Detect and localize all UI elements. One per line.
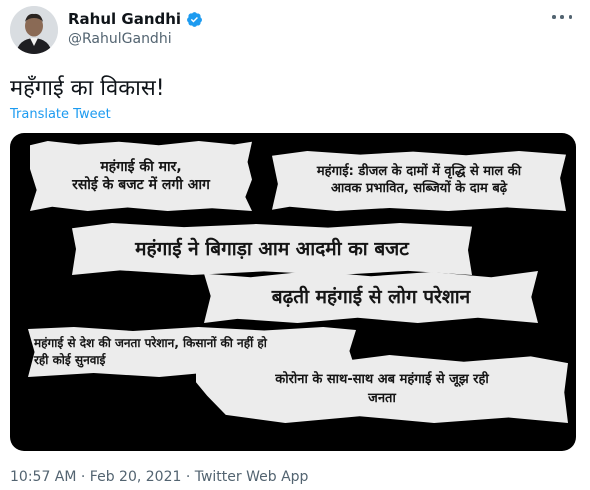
clipping-line: कोरोना के साथ-साथ अब महंगाई से जूझ रही: [275, 371, 489, 387]
tweet-text: महँगाई का विकास!: [10, 76, 165, 101]
clipping-line: महंगाई: डीजल के दामों में वृद्धि से माल …: [316, 164, 522, 180]
author-handle[interactable]: @RahulGandhi: [68, 31, 172, 47]
translate-tweet-link[interactable]: Translate Tweet: [10, 107, 111, 122]
display-name[interactable]: Rahul Gandhi: [68, 10, 181, 28]
clipping-line: महंगाई की मार,: [100, 158, 182, 175]
dot: [568, 15, 572, 19]
clipping-line: आवक प्रभावित, सब्जियों के दाम बढ़े: [330, 181, 508, 196]
clipping-line: महंगाई ने बिगाड़ा आम आदमी का बजट: [135, 237, 409, 260]
clipping-line: महंगाई से देश की जनता परेशान, किसानों की…: [34, 335, 267, 350]
clipping-line: बढ़ती महंगाई से लोग परेशान: [271, 285, 471, 308]
news-clipping: महंगाई की मार, रसोई के बजट में लगी आग: [30, 141, 252, 211]
avatar[interactable]: [10, 6, 58, 54]
author-name-row[interactable]: Rahul Gandhi: [68, 10, 203, 28]
clipping-line: जनता: [368, 391, 396, 406]
news-clipping: महंगाई: डीजल के दामों में वृद्धि से माल …: [272, 151, 566, 211]
dot: [560, 15, 564, 19]
tweet-timestamp[interactable]: 10:57 AM · Feb 20, 2021 · Twitter Web Ap…: [10, 469, 308, 485]
tweet-media-image[interactable]: महंगाई की मार, रसोई के बजट में लगी आग मह…: [10, 133, 576, 451]
news-clipping: बढ़ती महंगाई से लोग परेशान: [204, 271, 538, 323]
clipping-line: रसोई के बजट में लगी आग: [72, 177, 210, 193]
news-clipping: महंगाई ने बिगाड़ा आम आदमी का बजट: [72, 223, 472, 275]
avatar-image: [10, 6, 58, 54]
more-options-icon[interactable]: [552, 10, 572, 24]
dot: [552, 15, 556, 19]
verified-badge-icon: [187, 11, 203, 27]
news-clipping: कोरोना के साथ-साथ अब महंगाई से जूझ रही ज…: [196, 355, 568, 423]
